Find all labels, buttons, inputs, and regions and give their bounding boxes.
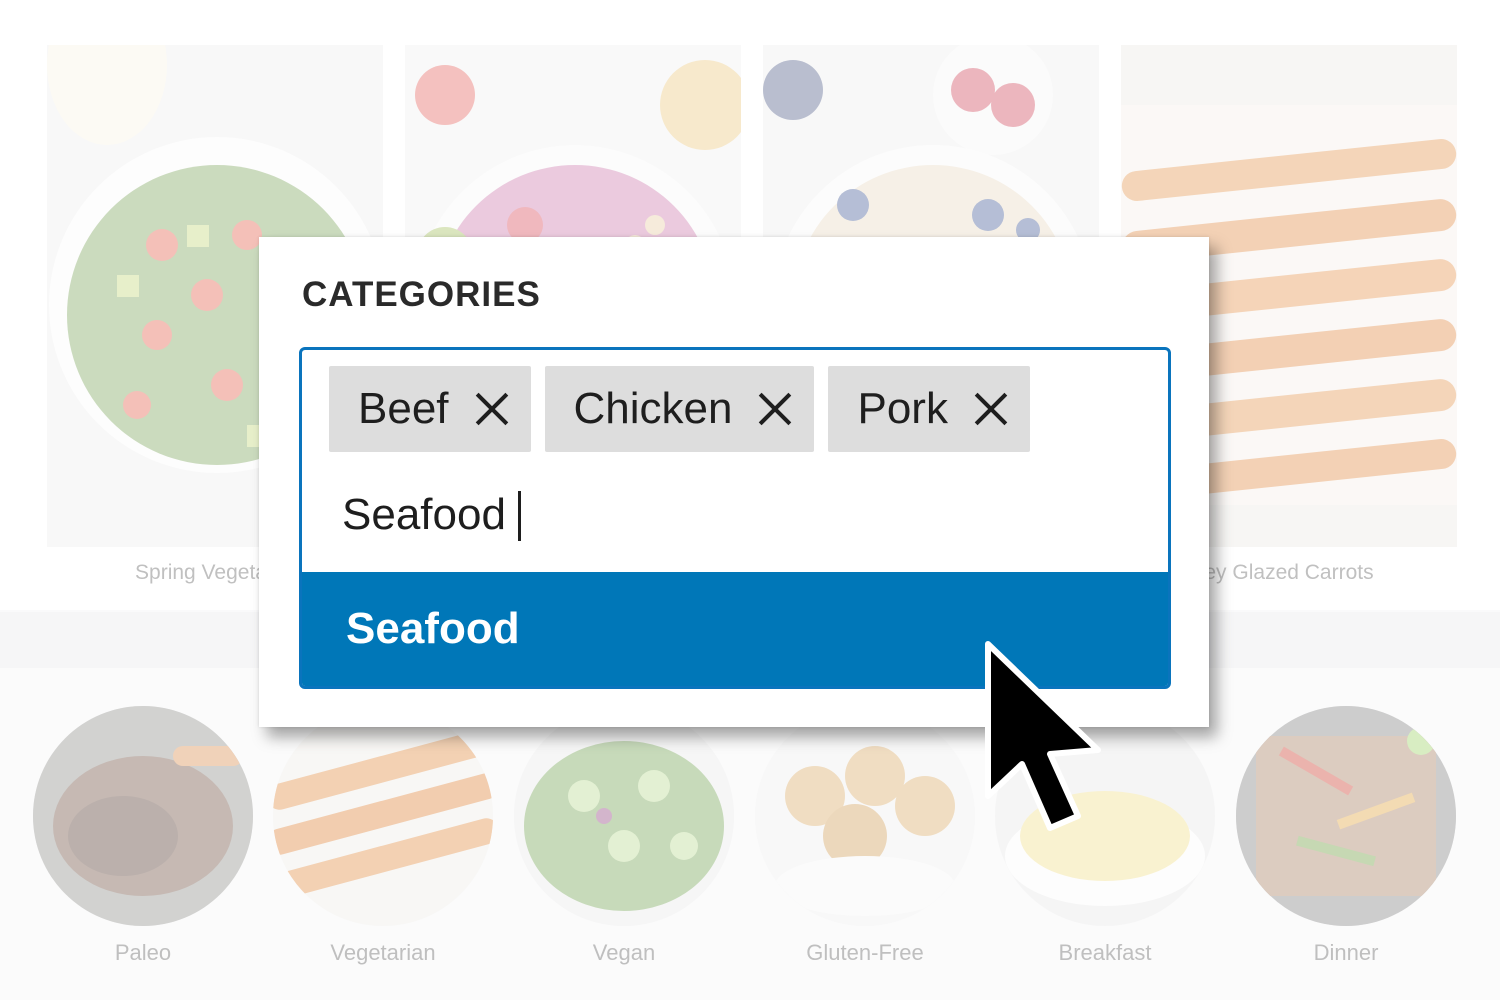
chip-label: Chicken	[573, 384, 733, 433]
category-label[interactable]: Breakfast	[995, 940, 1215, 966]
category-image[interactable]	[1236, 706, 1456, 926]
chip-pork: Pork	[828, 366, 1030, 452]
chip-label: Pork	[857, 384, 948, 433]
text-caret	[518, 491, 521, 541]
mouse-pointer-icon	[985, 641, 1101, 831]
close-icon[interactable]	[758, 392, 792, 426]
chip-label: Beef	[358, 384, 449, 433]
category-dinner[interactable]: Dinner	[1236, 706, 1456, 966]
category-image[interactable]	[273, 706, 493, 926]
chip-chicken: Chicken	[544, 366, 815, 452]
category-image[interactable]	[755, 706, 975, 926]
category-vegan[interactable]: Vegan	[514, 706, 734, 966]
category-gluten-free[interactable]: Gluten-Free	[755, 706, 975, 966]
muffins-image	[755, 706, 975, 926]
category-paleo[interactable]: Paleo	[33, 706, 253, 966]
chip-beef: Beef	[329, 366, 531, 452]
pot-roast-image	[33, 706, 253, 926]
close-icon[interactable]	[974, 392, 1008, 426]
green-salad-image	[514, 706, 734, 926]
category-vegetarian[interactable]: Vegetarian	[273, 706, 493, 966]
close-icon[interactable]	[475, 392, 509, 426]
category-label[interactable]: Vegan	[514, 940, 734, 966]
category-image[interactable]	[514, 706, 734, 926]
category-label[interactable]: Gluten-Free	[755, 940, 975, 966]
fajitas-image	[1236, 706, 1456, 926]
category-image[interactable]	[33, 706, 253, 926]
category-label[interactable]: Vegetarian	[273, 940, 493, 966]
carrots-image	[273, 706, 493, 926]
category-label[interactable]: Dinner	[1236, 940, 1456, 966]
suggestion-label: Seafood	[346, 604, 520, 653]
popup-title: CATEGORIES	[302, 275, 541, 314]
category-search-input[interactable]	[342, 480, 942, 550]
selected-chips: Beef Chicken Pork	[329, 366, 1030, 452]
category-label[interactable]: Paleo	[33, 940, 253, 966]
